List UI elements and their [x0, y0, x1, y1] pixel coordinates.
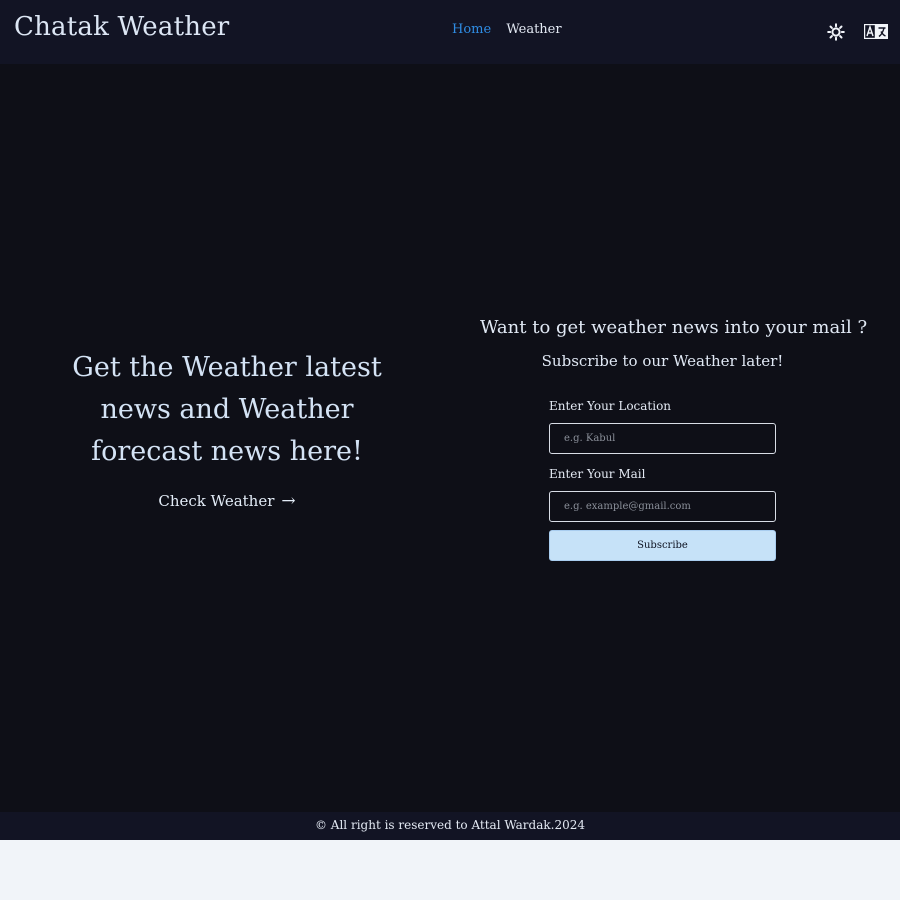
mail-label: Enter Your Mail [549, 467, 646, 481]
location-input[interactable] [549, 423, 776, 454]
nav-link-home[interactable]: Home [452, 22, 491, 37]
check-weather-link[interactable]: Check Weather → [158, 491, 295, 511]
hero-title: Get the Weather latest news and Weather … [72, 352, 382, 467]
site-header: Chatak Weather Home Weather [0, 0, 900, 64]
nav-link-weather[interactable]: Weather [506, 22, 561, 37]
subscribe-button[interactable]: Subscribe [549, 530, 776, 561]
check-weather-label: Check Weather [158, 492, 275, 510]
subscribe-form: Enter Your Location Enter Your Mail Subs… [549, 399, 776, 561]
translate-icon[interactable] [863, 23, 888, 40]
subscribe-heading: Want to get weather news into your mail … [480, 317, 868, 338]
main-content: Get the Weather latest news and Weather … [0, 64, 900, 812]
arrow-right-icon: → [281, 491, 296, 511]
mail-input[interactable] [549, 491, 776, 522]
location-label: Enter Your Location [549, 399, 672, 413]
copyright-text: © All right is reserved to Attal Wardak.… [314, 818, 586, 832]
site-footer: © All right is reserved to Attal Wardak.… [0, 812, 900, 840]
main-nav: Home Weather [452, 22, 573, 37]
sun-icon[interactable] [827, 23, 845, 41]
brand-logo-text[interactable]: Chatak Weather [14, 12, 229, 42]
subscribe-section: Want to get weather news into your mail … [480, 317, 868, 561]
subscribe-subheading: Subscribe to our Weather later! [541, 352, 784, 370]
hero-section: Get the Weather latest news and Weather … [42, 347, 412, 511]
